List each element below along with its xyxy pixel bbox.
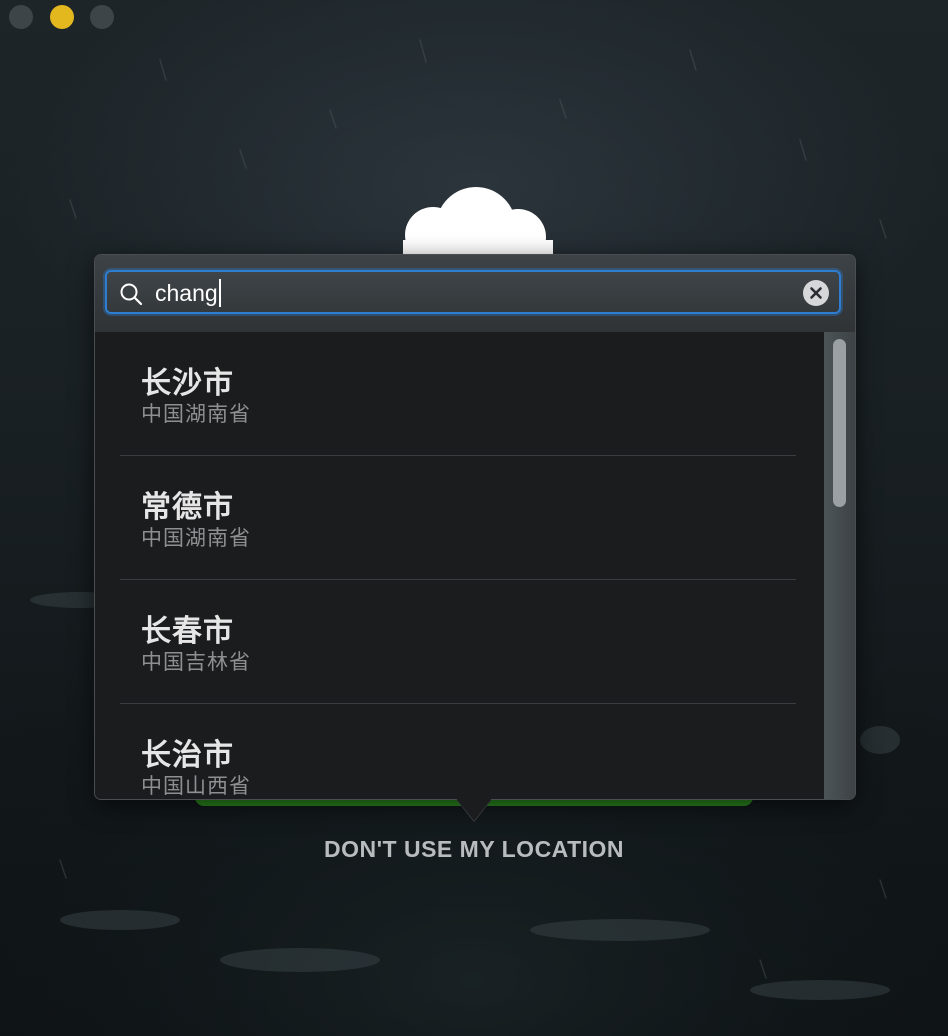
result-item[interactable]: 长沙市 中国湖南省 [120,332,796,456]
result-region: 中国山西省 [141,774,251,798]
result-city-name: 长沙市 [141,366,234,401]
text-caret [218,279,221,307]
clear-icon [810,287,822,299]
search-header: chang [95,255,855,332]
search-icon [120,283,143,306]
result-item[interactable]: 常德市 中国湖南省 [120,456,796,580]
clear-search-button[interactable] [803,280,829,306]
scrollbar[interactable] [824,332,855,799]
cloud-icon [403,187,553,265]
minimize-window-button[interactable] [50,5,74,29]
popover-arrow [455,797,493,821]
search-input[interactable]: chang [105,270,841,314]
search-query: chang [155,277,221,309]
result-item[interactable]: 长治市 中国山西省 [120,704,796,799]
close-window-button[interactable] [9,5,33,29]
results-list: 长沙市 中国湖南省 常德市 中国湖南省 长春市 中国吉林省 长治市 中国山西省 [95,332,855,799]
result-region: 中国湖南省 [141,402,251,426]
result-region: 中国吉林省 [141,650,251,674]
zoom-window-button[interactable] [90,5,114,29]
result-city-name: 常德市 [141,490,234,525]
location-search-popover: chang 长沙市 中国湖南省 常德市 中国湖南省 长春市 中国吉林省 长治市 … [94,254,856,800]
result-region: 中国湖南省 [141,526,251,550]
result-city-name: 长春市 [141,614,234,649]
dont-use-location-link[interactable]: DON'T USE MY LOCATION [0,836,948,863]
result-city-name: 长治市 [141,738,234,773]
scrollbar-thumb[interactable] [833,339,846,507]
result-item[interactable]: 长春市 中国吉林省 [120,580,796,704]
